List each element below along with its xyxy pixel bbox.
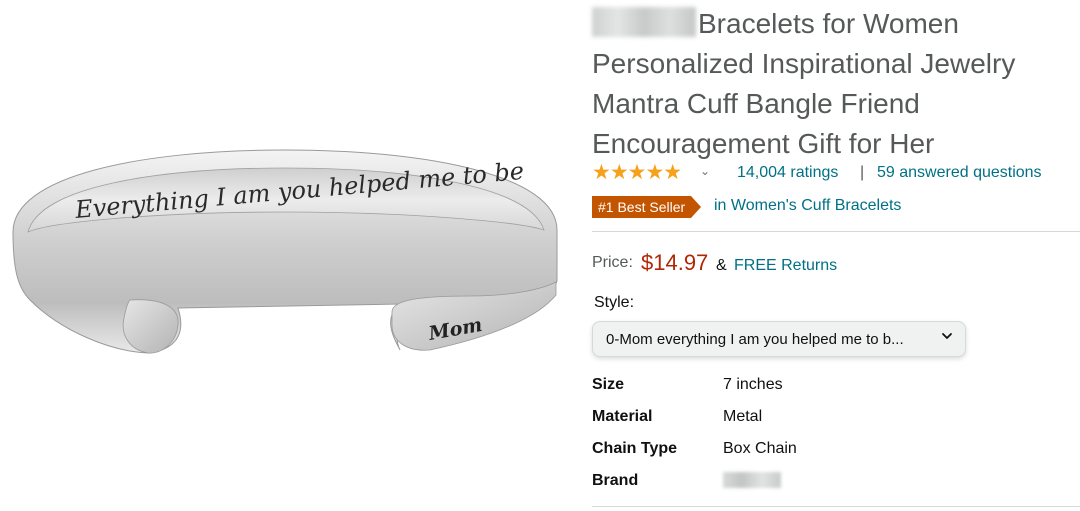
free-returns-link[interactable]: FREE Returns [734, 257, 837, 275]
spec-key: Brand [592, 472, 639, 489]
divider [592, 506, 1080, 507]
best-seller-category-link[interactable]: in Women's Cuff Bracelets [714, 197, 901, 215]
style-selected-value: 0-Mom everything I am you helped me to b… [606, 331, 904, 348]
ratings-count-link[interactable]: 14,004 ratings [737, 164, 838, 182]
price-row: Price: $14.97 & FREE Returns [592, 250, 1080, 282]
product-image[interactable]: Everything I am you helped me to be Mom [0, 0, 575, 511]
rating-row: ★★★★★ ⌄ 14,004 ratings | 59 answered que… [592, 162, 1080, 186]
rating-separator: | [860, 164, 865, 181]
style-label: Style: [594, 294, 635, 311]
chevron-down-icon[interactable]: ⌄ [700, 164, 710, 178]
spec-key: Material [592, 408, 653, 425]
chevron-down-icon [942, 333, 952, 339]
title-redaction [592, 7, 696, 37]
spec-row-brand: Brand [592, 470, 1080, 502]
spec-row-size: Size 7 inches [592, 374, 1080, 406]
best-seller-badge[interactable]: #1 Best Seller [592, 196, 702, 218]
style-dropdown[interactable]: 0-Mom everything I am you helped me to b… [592, 321, 966, 357]
product-title: Bracelets for Women Personalized Inspira… [592, 4, 1080, 164]
bracelet-image: Everything I am you helped me to be Mom [12, 149, 558, 354]
spec-row-material: Material Metal [592, 406, 1080, 438]
divider [592, 231, 1080, 232]
spec-table: Size 7 inches Material Metal Chain Type … [592, 374, 1080, 502]
price-value: $14.97 [641, 250, 709, 275]
spec-value [723, 472, 781, 491]
spec-value: Metal [723, 408, 763, 425]
spec-key: Size [592, 376, 625, 393]
price-label: Price: [592, 254, 633, 271]
spec-row-chain-type: Chain Type Box Chain [592, 438, 1080, 470]
brand-redaction [723, 472, 781, 488]
best-seller-row: #1 Best Seller in Women's Cuff Bracelets [592, 195, 1080, 219]
price-amp: & [716, 257, 727, 274]
answered-questions-link[interactable]: 59 answered questions [877, 164, 1042, 182]
spec-key: Chain Type [592, 440, 678, 457]
spec-value: Box Chain [723, 440, 797, 457]
spec-value: 7 inches [723, 376, 783, 393]
star-icon[interactable]: ★★★★★ [592, 162, 682, 184]
